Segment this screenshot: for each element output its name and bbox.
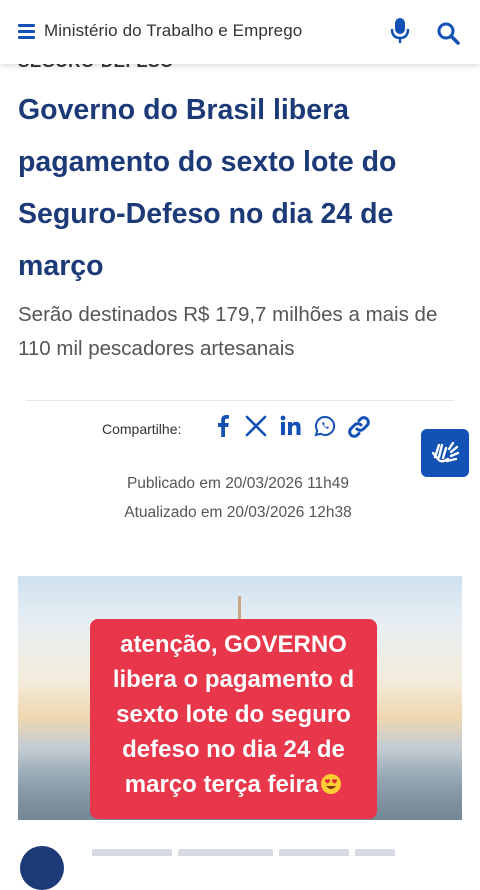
caption-line-3: sexto lote do seguro	[116, 701, 351, 728]
top-bar: Ministério do Trabalho e Emprego	[0, 0, 480, 64]
heart-eyes-emoji-icon	[321, 774, 342, 794]
hamburger-menu-icon[interactable]	[18, 24, 35, 39]
x-icon[interactable]	[243, 412, 269, 442]
caption-line-5: março terça feira	[124, 771, 319, 798]
copy-link-icon[interactable]	[346, 412, 372, 442]
updated-date: Atualizado em 20/03/2026 12h38	[124, 504, 352, 521]
facebook-icon[interactable]	[210, 412, 236, 442]
article-subtitle: Serão destinados R$ 179,7 milhões a mais…	[18, 303, 438, 360]
article-title: Governo do Brasil libera pagamento do se…	[18, 94, 397, 282]
avatar[interactable]	[20, 846, 64, 890]
caption-line-5-wrap: março terça feira	[90, 767, 377, 802]
share-label: Compartilhe:	[102, 421, 182, 437]
comment-preview	[92, 846, 452, 856]
whatsapp-icon[interactable]	[312, 412, 338, 442]
divider	[26, 400, 454, 401]
sign-language-hands-icon	[431, 441, 460, 463]
site-title[interactable]: Ministério do Trabalho e Emprego	[44, 21, 302, 41]
caption-line-2: libera o pagamento d	[112, 666, 355, 693]
linkedin-icon[interactable]	[278, 412, 304, 442]
overlay-caption-sticker: atenção, GOVERNO libera o pagamento d se…	[90, 619, 377, 819]
search-icon[interactable]	[436, 21, 460, 45]
published-date: Publicado em 20/03/2026 11h49	[126, 475, 350, 492]
caption-line-4: defeso no dia 24 de	[122, 736, 345, 763]
microphone-icon[interactable]	[390, 18, 410, 44]
accessibility-button[interactable]	[421, 429, 469, 477]
caption-line-1: atenção, GOVERNO	[120, 631, 347, 658]
